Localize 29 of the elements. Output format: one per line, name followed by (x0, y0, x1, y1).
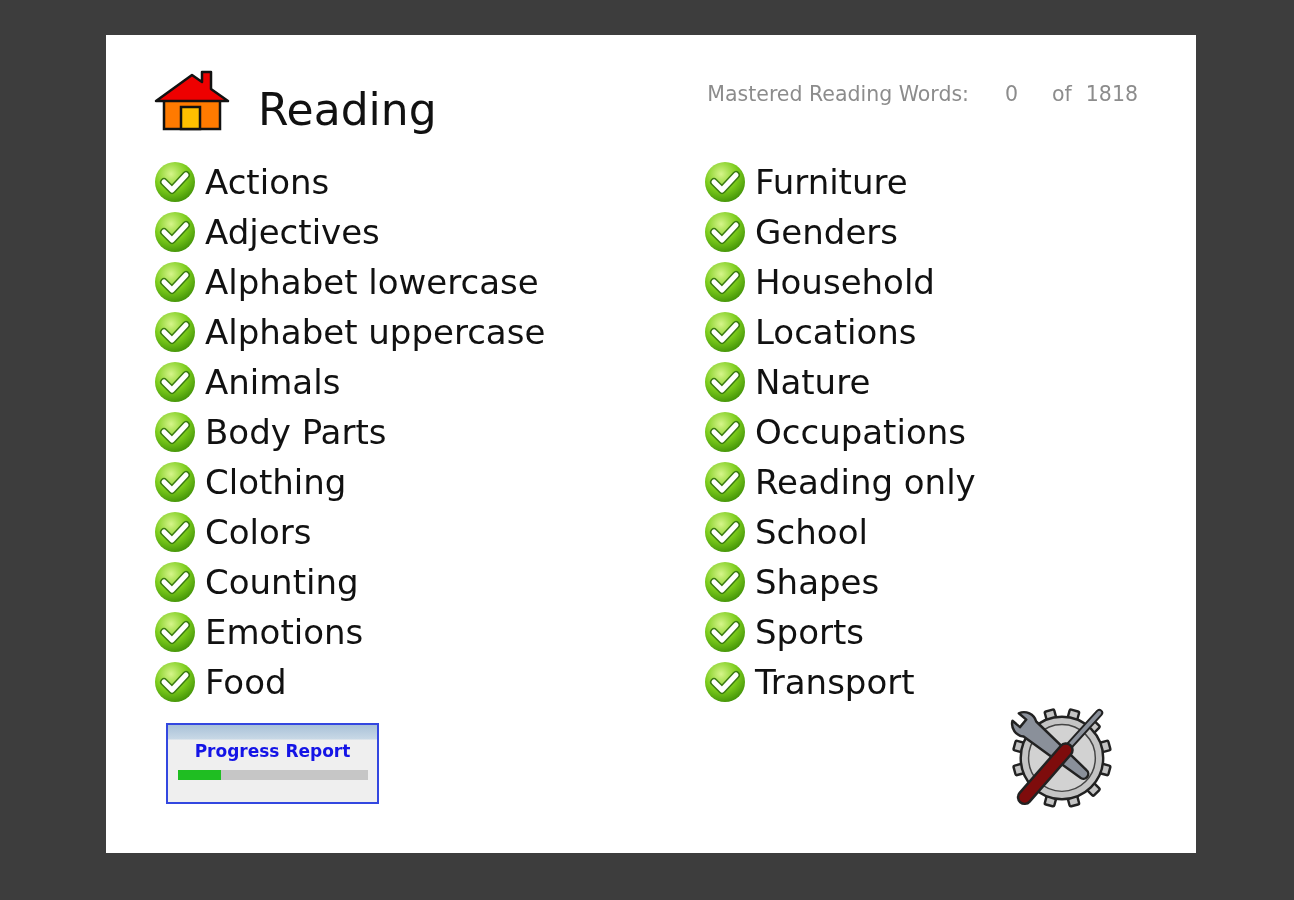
mastered-words-label: Mastered Reading Words: (707, 82, 969, 106)
category-item[interactable]: Shapes (704, 557, 880, 607)
category-item[interactable]: Actions (154, 157, 330, 207)
category-item[interactable]: Clothing (154, 457, 347, 507)
category-item[interactable]: Colors (154, 507, 312, 557)
of-label: of (1052, 82, 1072, 106)
category-item[interactable]: Sports (704, 607, 864, 657)
category-item[interactable]: Occupations (704, 407, 966, 457)
category-item[interactable]: Body Parts (154, 407, 387, 457)
category-item[interactable]: Alphabet uppercase (154, 307, 546, 357)
category-item[interactable]: Emotions (154, 607, 364, 657)
category-item[interactable]: Reading only (704, 457, 976, 507)
category-item[interactable]: Counting (154, 557, 359, 607)
category-item[interactable]: Genders (704, 207, 898, 257)
category-item[interactable]: Nature (704, 357, 871, 407)
mastered-words-count: 0 (1005, 82, 1019, 106)
category-item[interactable]: Household (704, 257, 935, 307)
category-item[interactable]: Animals (154, 357, 341, 407)
progress-report-button[interactable]: Progress Report (166, 723, 379, 804)
page-title: Reading (258, 84, 437, 137)
category-item[interactable]: Food (154, 657, 287, 707)
category-item[interactable]: Locations (704, 307, 917, 357)
category-item[interactable]: Furniture (704, 157, 908, 207)
category-item[interactable]: Alphabet lowercase (154, 257, 539, 307)
total-words-count: 1818 (1085, 82, 1138, 106)
category-item[interactable]: School (704, 507, 868, 557)
category-item[interactable]: Transport (704, 657, 915, 707)
home-icon[interactable] (154, 69, 230, 131)
category-item[interactable]: Adjectives (154, 207, 380, 257)
